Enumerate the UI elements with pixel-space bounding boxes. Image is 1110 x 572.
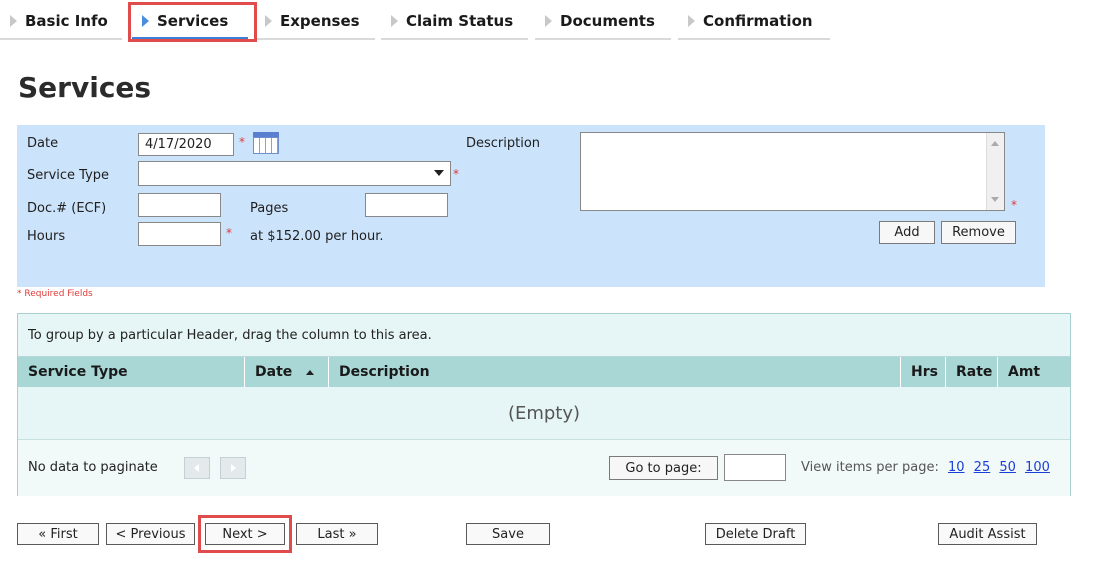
column-header-date[interactable]: Date [245,357,329,387]
column-header-label: Amt [1008,364,1041,380]
page-title: Services [18,71,152,104]
hours-input[interactable] [138,222,221,246]
tab-label: Basic Info [25,12,108,30]
required-marker: * [239,135,245,149]
tab-label: Expenses [280,12,360,30]
service-entry-form: Date 4/17/2020 * Service Type * Doc.# (E… [17,125,1045,287]
items-per-page: View items per page: 10 25 50 100 [801,460,1050,475]
service-type-select[interactable] [138,161,451,186]
grid-header-row: Service Type Date Description Hrs Rate A… [18,357,1070,387]
tab-arrow-icon [265,15,272,27]
go-to-page-button[interactable]: Go to page: [609,456,718,480]
group-by-area[interactable]: To group by a particular Header, drag th… [18,314,1070,357]
column-header-label: Description [339,364,430,380]
column-header-hrs[interactable]: Hrs [901,357,946,387]
empty-grid-message: (Empty) [18,387,1070,439]
column-header-label: Hrs [911,364,938,380]
calendar-icon[interactable] [253,132,279,154]
tab-arrow-icon [545,15,552,27]
no-data-text: No data to paginate [28,460,158,475]
tab-confirmation[interactable]: Confirmation [678,6,830,40]
tab-expenses[interactable]: Expenses [255,6,375,40]
save-button[interactable]: Save [466,523,550,545]
delete-draft-button[interactable]: Delete Draft [705,523,806,545]
date-label: Date [27,136,59,151]
doc-ecf-label: Doc.# (ECF) [27,201,107,216]
required-marker: * [453,167,459,181]
grid-pager: No data to paginate Go to page: View ite… [18,439,1070,496]
description-scrollbar[interactable] [986,133,1004,210]
first-button[interactable]: « First [17,523,99,545]
chevron-left-icon [194,464,199,472]
chevron-right-icon [231,464,236,472]
doc-ecf-input[interactable] [138,193,221,217]
required-marker: * [1011,198,1017,212]
column-header-label: Date [255,364,293,380]
required-fields-note: * Required Fields [17,289,93,299]
tab-label: Confirmation [703,12,813,30]
items-per-page-label: View items per page: [801,460,939,475]
tab-arrow-icon [142,14,149,27]
column-header-label: Service Type [28,364,128,380]
page-size-50[interactable]: 50 [999,460,1016,475]
tab-arrow-icon [688,15,695,27]
tab-basic-info[interactable]: Basic Info [0,6,122,40]
required-marker: * [226,226,232,240]
tab-label: Services [157,11,229,30]
tab-arrow-icon [10,15,17,27]
description-value [581,133,1004,141]
column-header-service-type[interactable]: Service Type [18,357,245,387]
next-button[interactable]: Next > [205,523,285,545]
hourly-rate-text: at $152.00 per hour. [250,229,384,244]
go-to-page-input[interactable] [724,454,786,481]
remove-button[interactable]: Remove [941,221,1016,244]
add-button[interactable]: Add [879,221,935,244]
tab-claim-status[interactable]: Claim Status [381,6,528,40]
hours-label: Hours [27,229,66,244]
tab-arrow-icon [391,15,398,27]
description-textarea[interactable] [580,132,1005,211]
last-button[interactable]: Last » [296,523,378,545]
page-size-100[interactable]: 100 [1025,460,1050,475]
scroll-up-icon[interactable] [991,141,999,146]
tab-label: Documents [560,12,655,30]
audit-assist-button[interactable]: Audit Assist [938,523,1037,545]
column-header-label: Rate [956,364,993,380]
services-grid: To group by a particular Header, drag th… [17,313,1071,496]
tab-services[interactable]: Services [132,6,248,40]
service-type-label: Service Type [27,168,110,183]
tab-documents[interactable]: Documents [535,6,671,40]
column-header-amt[interactable]: Amt [998,357,1070,387]
next-page-button[interactable] [220,457,246,479]
pages-label: Pages [250,201,289,216]
chevron-down-icon [434,170,444,176]
previous-button[interactable]: < Previous [106,523,195,545]
date-input[interactable]: 4/17/2020 [138,133,234,156]
scroll-down-icon[interactable] [991,197,999,202]
column-header-description[interactable]: Description [329,357,901,387]
pages-input[interactable] [365,193,448,217]
page-size-10[interactable]: 10 [948,460,965,475]
description-label: Description [466,136,541,151]
page-size-25[interactable]: 25 [974,460,991,475]
column-header-rate[interactable]: Rate [946,357,998,387]
sort-ascending-icon [306,369,315,375]
prev-page-button[interactable] [184,457,210,479]
tab-label: Claim Status [406,12,514,30]
